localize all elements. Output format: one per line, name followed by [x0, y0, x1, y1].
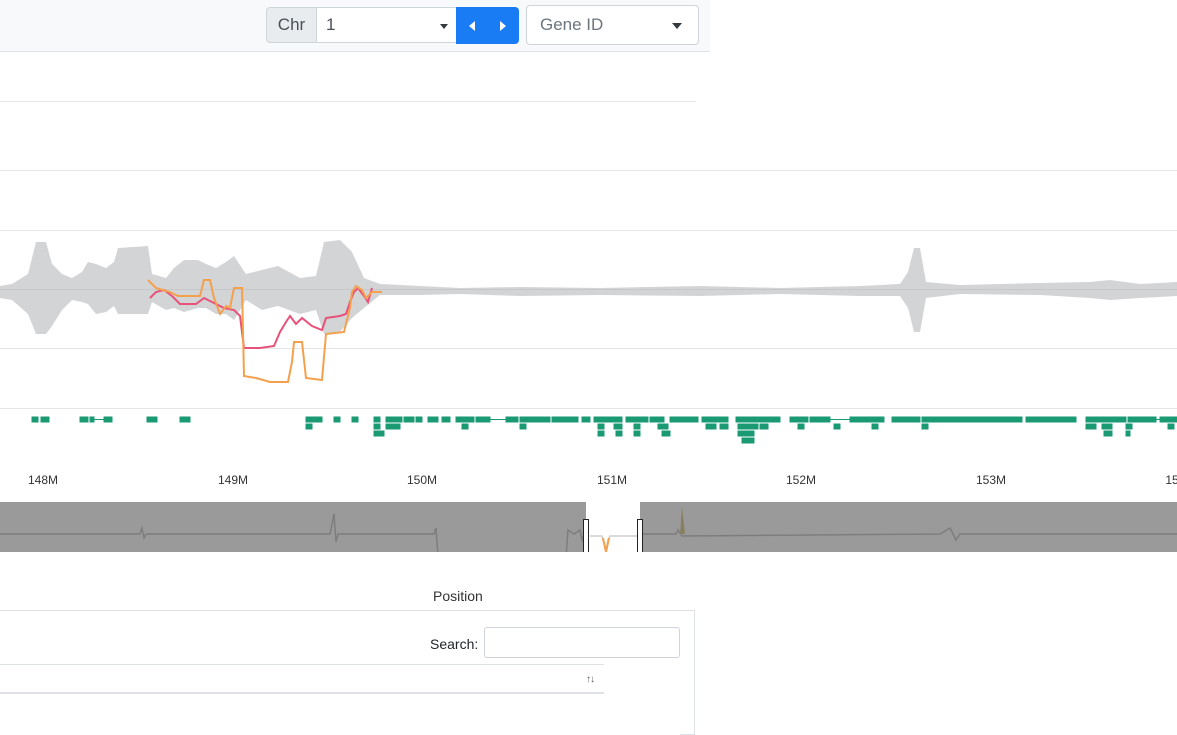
next-chromosome-button[interactable]	[487, 7, 518, 44]
chromosome-value: 1	[326, 15, 336, 34]
genome-plot[interactable]: 148M 149M 150M 151M 152M 153M 15	[0, 52, 1177, 552]
brush-handle-right[interactable]	[637, 519, 643, 553]
chromosome-select[interactable]: 1	[317, 7, 457, 43]
prev-chromosome-button[interactable]	[456, 7, 487, 44]
x-tick-label: 15	[1165, 473, 1177, 487]
gene-id-select[interactable]: Gene ID	[526, 5, 699, 45]
x-tick-label: 153M	[976, 473, 1006, 487]
gene-id-placeholder: Gene ID	[540, 15, 604, 34]
table-header-row[interactable]	[0, 664, 604, 694]
x-tick-label: 152M	[786, 473, 816, 487]
chevron-down-icon	[440, 24, 448, 29]
position-label: Position	[433, 588, 483, 604]
x-tick-label: 151M	[597, 473, 627, 487]
chevron-down-icon	[672, 23, 682, 29]
x-tick-label: 149M	[218, 473, 248, 487]
x-axis: 148M 149M 150M 151M 152M 153M 15	[28, 473, 1177, 487]
overview-mask-left	[0, 502, 586, 552]
chromosome-nav	[456, 7, 519, 44]
overview-navigator[interactable]	[0, 502, 1177, 552]
x-tick-label: 148M	[28, 473, 58, 487]
search-label: Search:	[430, 636, 479, 652]
x-tick-label: 150M	[407, 473, 437, 487]
coverage-band	[0, 240, 1177, 334]
search-input[interactable]	[484, 627, 680, 658]
sort-icon[interactable]: ↑↓	[586, 674, 595, 685]
overview-mask-right	[640, 502, 1177, 552]
table-body	[0, 694, 680, 735]
gene-track[interactable]	[31, 416, 1177, 444]
arrow-left-icon	[468, 20, 475, 31]
chr-label: Chr	[266, 7, 317, 43]
arrow-right-icon	[499, 20, 506, 31]
brush-handle-left[interactable]	[583, 519, 589, 553]
